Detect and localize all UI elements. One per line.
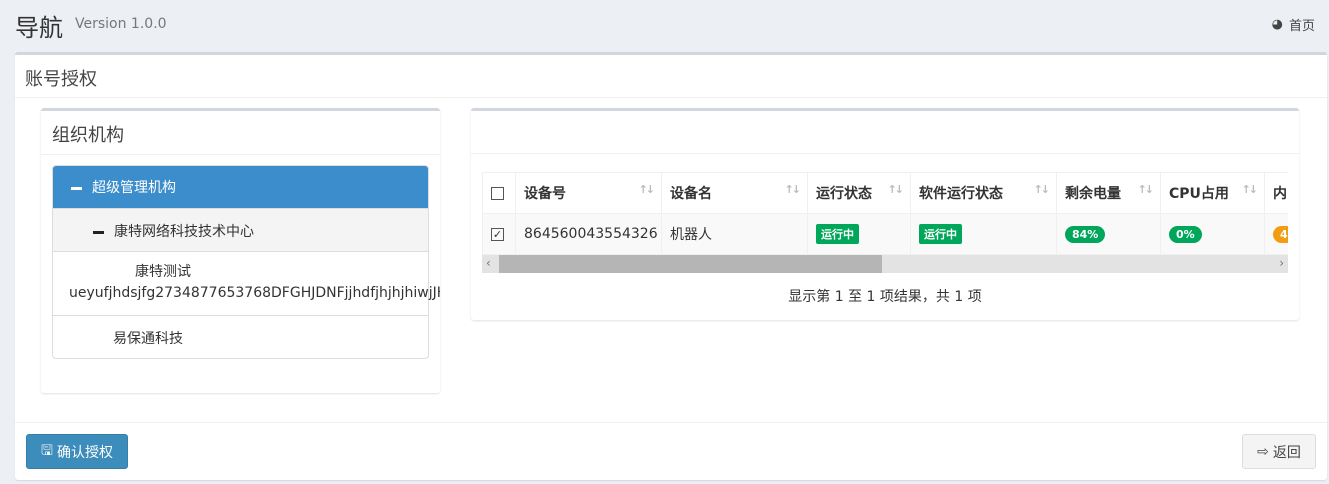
tree-node-kangte-center[interactable]: 康特网络科技技术中心 bbox=[53, 209, 428, 252]
select-all-checkbox[interactable] bbox=[491, 186, 504, 200]
sort-icon[interactable]: ↑↓ bbox=[1242, 183, 1259, 196]
col-label: 剩余电量 bbox=[1065, 186, 1121, 202]
node-label-overflow: ueyufjhdsjfg2734877653768DFGHJDNFjjhdfjh… bbox=[69, 285, 440, 301]
app-title: 导航 bbox=[15, 14, 63, 42]
col-label: 运行状态 bbox=[816, 186, 872, 202]
home-label: 首页 bbox=[1288, 19, 1315, 34]
node-label: 康特测试 bbox=[135, 264, 191, 280]
row-checkbox[interactable]: ✓ bbox=[491, 227, 504, 241]
col-label: 内 bbox=[1273, 186, 1287, 202]
account-auth-box: 账号授权 组织机构 超级管理机构 康特网络科技技术中心 康特测试 ueyufjhd… bbox=[15, 52, 1327, 480]
col-battery[interactable]: 剩余电量 ↑↓ bbox=[1056, 172, 1161, 214]
divider bbox=[15, 97, 1327, 98]
sort-icon[interactable]: ↑↓ bbox=[1138, 183, 1155, 196]
button-label: 返回 bbox=[1272, 444, 1301, 461]
node-label: 康特网络科技技术中心 bbox=[114, 224, 254, 240]
sort-icon[interactable]: ↑↓ bbox=[1034, 183, 1051, 196]
run-status-cell: 运行中 bbox=[807, 213, 911, 255]
device-no: 864560043554326 bbox=[515, 213, 662, 255]
cpu-cell: 0% bbox=[1160, 213, 1265, 255]
sort-icon[interactable]: ↑↓ bbox=[785, 183, 802, 196]
scrollbar-thumb[interactable] bbox=[499, 255, 882, 273]
col-memory[interactable]: 内 bbox=[1264, 172, 1288, 214]
back-button[interactable]: ⇨ 返回 bbox=[1242, 434, 1316, 469]
org-tree: 超级管理机构 康特网络科技技术中心 康特测试 ueyufjhdsjfg273487… bbox=[52, 165, 440, 359]
sort-icon[interactable]: ↑↓ bbox=[888, 183, 905, 196]
collapse-icon[interactable] bbox=[93, 230, 104, 234]
software-status-cell: 运行中 bbox=[910, 213, 1057, 255]
col-run-status[interactable]: 运行状态 ↑↓ bbox=[807, 172, 911, 214]
select-all-cell[interactable] bbox=[482, 172, 516, 214]
col-label: 设备号 bbox=[524, 186, 566, 202]
scroll-left-icon[interactable]: ‹ bbox=[486, 256, 491, 270]
sign-out-icon: ⇨ bbox=[1257, 443, 1269, 460]
sort-icon[interactable]: ↑↓ bbox=[639, 183, 656, 196]
app-version: Version 1.0.0 bbox=[75, 16, 167, 32]
node-label: 超级管理机构 bbox=[92, 180, 176, 196]
battery-cell: 84% bbox=[1056, 213, 1161, 255]
pagination-info: 显示第 1 至 1 项结果，共 1 项 bbox=[788, 289, 982, 305]
horizontal-scrollbar[interactable]: ‹ › bbox=[482, 255, 1288, 273]
battery-badge: 84% bbox=[1065, 225, 1106, 243]
col-label: 软件运行状态 bbox=[919, 186, 1003, 202]
col-label: CPU占用 bbox=[1169, 186, 1229, 202]
scroll-right-icon[interactable]: › bbox=[1279, 256, 1284, 270]
dashboard-icon: ◕ bbox=[1271, 17, 1283, 32]
org-panel-title: 组织机构 bbox=[52, 125, 124, 146]
col-device-name[interactable]: 设备名 ↑↓ bbox=[661, 172, 808, 214]
table-row[interactable]: ✓ 864560043554326 机器人 运行中 运行中 84% 0% 4 bbox=[482, 213, 1288, 255]
org-panel: 组织机构 超级管理机构 康特网络科技技术中心 康特测试 ueyufjhdsjfg2… bbox=[41, 108, 440, 393]
row-select-cell[interactable]: ✓ bbox=[482, 213, 516, 255]
status-badge: 运行中 bbox=[816, 224, 859, 244]
save-icon: 🖫 bbox=[41, 442, 53, 459]
confirm-auth-button[interactable]: 🖫 确认授权 bbox=[26, 434, 128, 469]
memory-cell: 4 bbox=[1264, 213, 1288, 255]
col-label: 设备名 bbox=[670, 186, 712, 202]
divider bbox=[15, 422, 1327, 423]
cpu-badge: 0% bbox=[1169, 225, 1202, 243]
col-device-no[interactable]: 设备号 ↑↓ bbox=[515, 172, 662, 214]
device-panel: 设备号 ↑↓ 设备名 ↑↓ 运行状态 ↑↓ 软件运行状态 ↑↓ 剩余电量 ↑↓ CPU占用… bbox=[471, 108, 1299, 320]
memory-badge: 4 bbox=[1273, 225, 1288, 243]
device-name: 机器人 bbox=[661, 213, 808, 255]
box-title: 账号授权 bbox=[25, 69, 97, 90]
col-cpu[interactable]: CPU占用 ↑↓ bbox=[1160, 172, 1265, 214]
table-header-row: 设备号 ↑↓ 设备名 ↑↓ 运行状态 ↑↓ 软件运行状态 ↑↓ 剩余电量 ↑↓ CPU占用… bbox=[482, 172, 1288, 214]
device-table: 设备号 ↑↓ 设备名 ↑↓ 运行状态 ↑↓ 软件运行状态 ↑↓ 剩余电量 ↑↓ CPU占用… bbox=[482, 172, 1288, 255]
status-badge: 运行中 bbox=[919, 224, 962, 244]
divider bbox=[471, 153, 1299, 154]
home-link[interactable]: ◕ 首页 bbox=[1272, 15, 1315, 34]
tree-node-yibaotong[interactable]: 易保通科技 bbox=[53, 316, 428, 359]
tree-node-super-admin[interactable]: 超级管理机构 bbox=[53, 166, 428, 209]
button-label: 确认授权 bbox=[56, 444, 113, 461]
collapse-icon[interactable] bbox=[71, 186, 82, 190]
node-label: 易保通科技 bbox=[113, 331, 183, 347]
col-software-status[interactable]: 软件运行状态 ↑↓ bbox=[910, 172, 1057, 214]
divider bbox=[41, 154, 440, 155]
tree-node-kangte-test[interactable]: 康特测试 ueyufjhdsjfg2734877653768DFGHJDNFjjh… bbox=[53, 252, 440, 316]
